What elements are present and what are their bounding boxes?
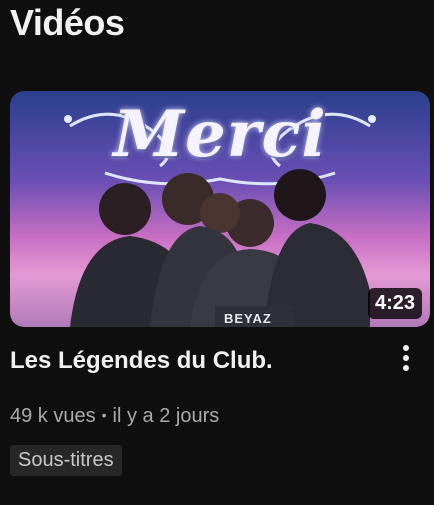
more-vert-icon[interactable] xyxy=(392,341,420,377)
thumbnail-jersey-text: BEYAZ xyxy=(224,311,272,326)
video-thumbnail[interactable]: Merci BEYAZ 4:23 xyxy=(10,91,430,327)
thumbnail-title-text: Merci xyxy=(113,97,327,172)
video-card[interactable]: Merci BEYAZ 4:23 Les Légendes du Club. 4… xyxy=(10,91,430,476)
video-title[interactable]: Les Légendes du Club. xyxy=(10,347,380,375)
section-title: Vidéos xyxy=(10,2,125,43)
view-count: 49 k vues xyxy=(10,405,96,427)
duration-badge: 4:23 xyxy=(367,288,422,319)
meta-separator: • xyxy=(101,407,107,423)
subtitles-badge: Sous-titres xyxy=(10,445,122,476)
video-meta: 49 k vues • il y a 2 jours xyxy=(10,405,219,428)
upload-age: il y a 2 jours xyxy=(112,405,220,427)
videos-page: Vidéos Merci BEYAZ 4:23 Les Légendes du … xyxy=(0,0,434,505)
